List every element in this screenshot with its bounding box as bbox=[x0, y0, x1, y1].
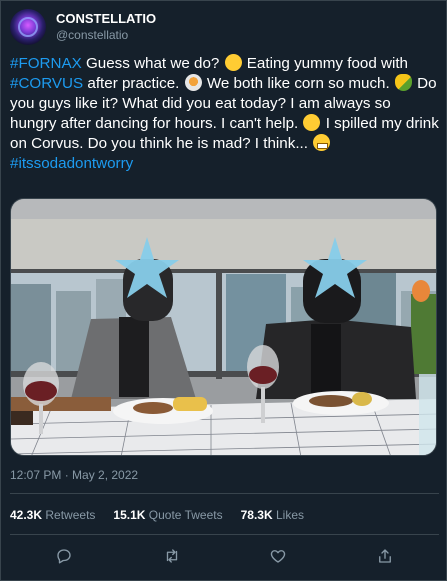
quote-tweets-stat[interactable]: 15.1K Quote Tweets bbox=[113, 508, 222, 522]
retweets-label: Retweets bbox=[45, 508, 96, 522]
tweet-actions bbox=[1, 541, 447, 571]
user-names: CONSTELLATIO @constellatio bbox=[56, 11, 156, 43]
likes-count: 78.3K bbox=[240, 508, 273, 522]
user-handle[interactable]: @constellatio bbox=[56, 27, 156, 43]
tweet-photo[interactable] bbox=[10, 198, 437, 456]
divider bbox=[10, 534, 439, 535]
constellation-avatar-icon bbox=[18, 17, 38, 37]
tweet-text: #FORNAX Guess what we do? Eating yummy f… bbox=[10, 54, 440, 174]
yum-face-icon bbox=[224, 54, 242, 71]
retweets-stat[interactable]: 42.3K Retweets bbox=[10, 508, 95, 522]
photo-scene bbox=[11, 199, 436, 455]
quote-tweets-count: 15.1K bbox=[113, 508, 146, 522]
avatar[interactable] bbox=[10, 9, 46, 45]
retweet-button[interactable] bbox=[163, 547, 181, 565]
spaghetti-icon bbox=[184, 74, 202, 91]
tweet-text-span: We both like corn so much. bbox=[202, 75, 394, 92]
tweet-stats: 42.3K Retweets 15.1K Quote Tweets 78.3K … bbox=[10, 508, 304, 522]
likes-stat[interactable]: 78.3K Likes bbox=[241, 508, 304, 522]
hashtag-link[interactable]: #itssodadontworry bbox=[10, 155, 133, 172]
tweet-timestamp[interactable]: 12:07 PM · May 2, 2022 bbox=[10, 468, 138, 482]
retweet-icon bbox=[166, 549, 178, 563]
tweet-header: CONSTELLATIO @constellatio bbox=[10, 9, 156, 45]
hashtag-link[interactable]: #CORVUS bbox=[10, 75, 83, 92]
tweet-text-span: Eating yummy food with bbox=[242, 55, 409, 72]
tweet-text-span: Guess what we do? bbox=[81, 55, 224, 72]
retweets-count: 42.3K bbox=[10, 508, 43, 522]
tweet-card: CONSTELLATIO @constellatio #FORNAX Guess… bbox=[0, 0, 447, 581]
share-button[interactable] bbox=[376, 547, 394, 565]
like-heart-icon bbox=[270, 550, 286, 563]
quote-tweets-label: Quote Tweets bbox=[148, 508, 223, 522]
reply-button[interactable] bbox=[55, 547, 73, 565]
like-button[interactable] bbox=[269, 547, 287, 565]
grimacing-face-icon bbox=[313, 134, 331, 151]
share-icon bbox=[379, 549, 391, 563]
corn-icon bbox=[394, 74, 412, 91]
hashtag-link[interactable]: #FORNAX bbox=[10, 55, 82, 72]
reply-icon bbox=[57, 549, 71, 564]
display-name[interactable]: CONSTELLATIO bbox=[56, 11, 156, 27]
zany-face-icon bbox=[303, 114, 321, 131]
tweet-text-span: after practice. bbox=[83, 75, 184, 92]
divider bbox=[10, 493, 439, 494]
likes-label: Likes bbox=[275, 508, 304, 522]
